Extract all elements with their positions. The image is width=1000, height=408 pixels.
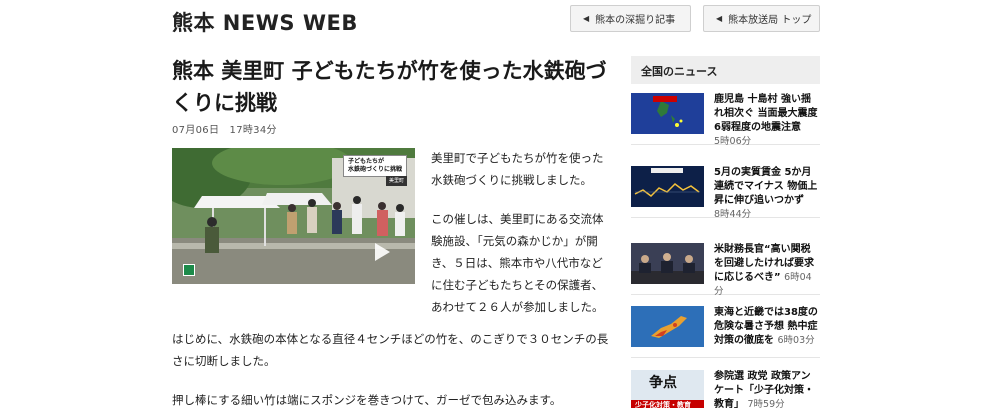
news-list-item[interactable]: 5月の実質賃金 5か月連続でマイナス 物価上昇に伸び追いつかず 8時44分: [631, 166, 820, 220]
article-title: 熊本 美里町 子どもたちが竹を使った水鉄砲づくりに挑戦: [172, 59, 607, 115]
news-thumbnail[interactable]: [631, 93, 704, 134]
thumbnail-text: 争点: [649, 375, 677, 391]
triangle-left-icon: ◀: [716, 14, 723, 23]
news-item-time: 6時03分: [777, 335, 815, 346]
news-thumbnail[interactable]: 争点 少子化対策・教育: [631, 370, 704, 408]
news-thumbnail[interactable]: [631, 306, 704, 347]
news-list-item[interactable]: 鹿児島 十島村 強い揺れ相次ぐ 当面最大震度6弱程度の地震注意 5時06分: [631, 93, 820, 147]
news-thumbnail[interactable]: [631, 243, 704, 284]
nav-button-label: 熊本の深掘り記事: [595, 15, 676, 26]
news-item-time: 5時06分: [714, 136, 752, 147]
quake-map-image: [631, 93, 704, 134]
article-video-thumbnail[interactable]: 子どもたちが 水鉄砲づくりに挑戦 美里町: [172, 148, 415, 284]
play-icon[interactable]: [375, 243, 390, 261]
news-item-time: 8時44分: [714, 209, 752, 220]
weather-map-image: [631, 306, 704, 347]
news-item-title[interactable]: 5月の実質賃金 5か月連続でマイナス 物価上昇に伸び追いつかず: [714, 167, 817, 206]
article-paragraph: この催しは、美里町にある交流体験施設、「元気の森かじか」が開き、５日は、熊本市や…: [431, 212, 604, 314]
article-paragraph: 押し棒にする細い竹は端にスポンジを巻きつけて、ガーゼで包み込みます。: [172, 393, 562, 407]
nav-button-station-top[interactable]: ◀ 熊本放送局 トップ: [703, 5, 820, 32]
article-paragraph: はじめに、水鉄砲の本体となる直径４センチほどの竹を、のこぎりで３０センチの長さに…: [172, 332, 609, 368]
nav-button-fukabori[interactable]: ◀ 熊本の深掘り記事: [570, 5, 691, 32]
news-list-item[interactable]: 東海と近畿では38度の危険な暑さ予想 熱中症対策の徹底を 6時03分: [631, 306, 820, 358]
caption-line: 水鉄砲づくりに挑戦: [347, 166, 402, 173]
nav-button-label: 熊本放送局 トップ: [728, 15, 812, 26]
news-item-text[interactable]: 5月の実質賃金 5か月連続でマイナス 物価上昇に伸び追いつかず 8時44分: [714, 166, 820, 222]
site-title[interactable]: 熊本 NEWS WEB: [172, 7, 358, 37]
caption-sub: 美里町: [385, 176, 407, 186]
news-item-text[interactable]: 東海と近畿では38度の危険な暑さ予想 熱中症対策の徹底を 6時03分: [714, 306, 820, 348]
video-caption: 子どもたちが 水鉄砲づくりに挑戦 美里町: [342, 155, 407, 186]
caption-line: 子どもたちが: [347, 158, 384, 165]
sidebar-header: 全国のニュース: [631, 56, 820, 84]
article-paragraph: 美里町で子どもたちが竹を使った水鉄砲づくりに挑戦しました。: [431, 151, 604, 187]
news-list-item[interactable]: 米財務長官“高い関税を回避したければ要求に応じるべき” 6時04分: [631, 243, 820, 297]
news-item-text[interactable]: 米財務長官“高い関税を回避したければ要求に応じるべき” 6時04分: [714, 243, 820, 299]
triangle-left-icon: ◀: [583, 14, 590, 23]
news-thumbnail[interactable]: [631, 166, 704, 207]
news-item-title[interactable]: 鹿児島 十島村 強い揺れ相次ぐ 当面最大震度6弱程度の地震注意: [714, 94, 817, 133]
wage-chart-image: [631, 166, 704, 207]
news-item-text[interactable]: 参院選 政党 政策アンケート「少子化対策・教育」 7時59分: [714, 370, 820, 408]
article-date: 07月06日 17時34分: [172, 125, 277, 136]
news-item-time: 7時59分: [747, 399, 785, 408]
news-item-text[interactable]: 鹿児島 十島村 強い揺れ相次ぐ 当面最大震度6弱程度の地震注意 5時06分: [714, 93, 820, 149]
broadcaster-logo-icon: [183, 264, 195, 276]
thumbnail-band: 少子化対策・教育: [631, 400, 704, 408]
press-conference-image: [631, 243, 704, 284]
news-list-item[interactable]: 争点 少子化対策・教育 参院選 政党 政策アンケート「少子化対策・教育」 7時5…: [631, 370, 820, 408]
